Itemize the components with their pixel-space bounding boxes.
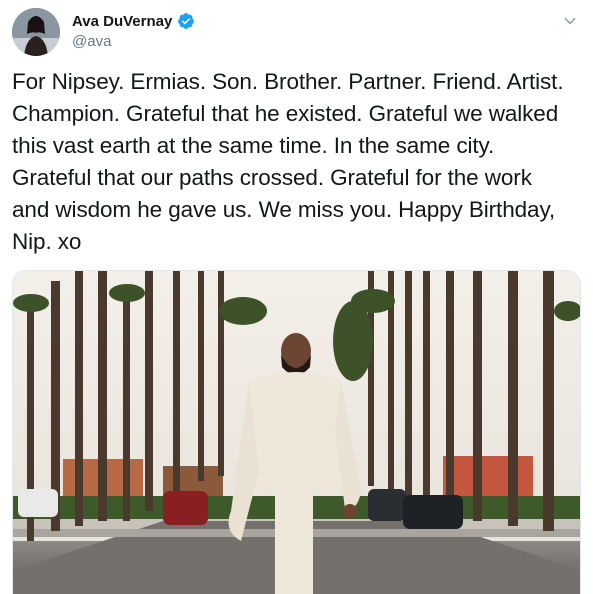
chevron-down-icon[interactable] bbox=[559, 10, 581, 32]
author-handle[interactable]: @ava bbox=[72, 33, 111, 50]
avatar[interactable] bbox=[12, 8, 60, 56]
tweet-text-line: Champion. Grateful that he existed. Grat… bbox=[12, 101, 559, 126]
tweet-text-line: Grateful that our paths crossed. Gratefu… bbox=[12, 165, 532, 190]
author-name-row: Ava DuVernay bbox=[72, 12, 195, 30]
tweet-card: Ava DuVernay @ava For Nipsey. Ermias. So… bbox=[0, 0, 593, 594]
tweet-text-line: For Nipsey. Ermias. Son. Brother. Partne… bbox=[12, 69, 564, 94]
verified-badge-icon bbox=[177, 12, 195, 30]
tweet-photo[interactable] bbox=[12, 270, 581, 594]
tweet-text-line: Nip. xo bbox=[12, 229, 82, 254]
author-display-name[interactable]: Ava DuVernay bbox=[72, 13, 172, 30]
tweet-text-line: and wisdom he gave us. We miss you. Happ… bbox=[12, 197, 556, 222]
tweet-text: For Nipsey. Ermias. Son. Brother. Partne… bbox=[12, 66, 582, 258]
tweet-text-line: this vast earth at the same time. In the… bbox=[12, 133, 495, 158]
